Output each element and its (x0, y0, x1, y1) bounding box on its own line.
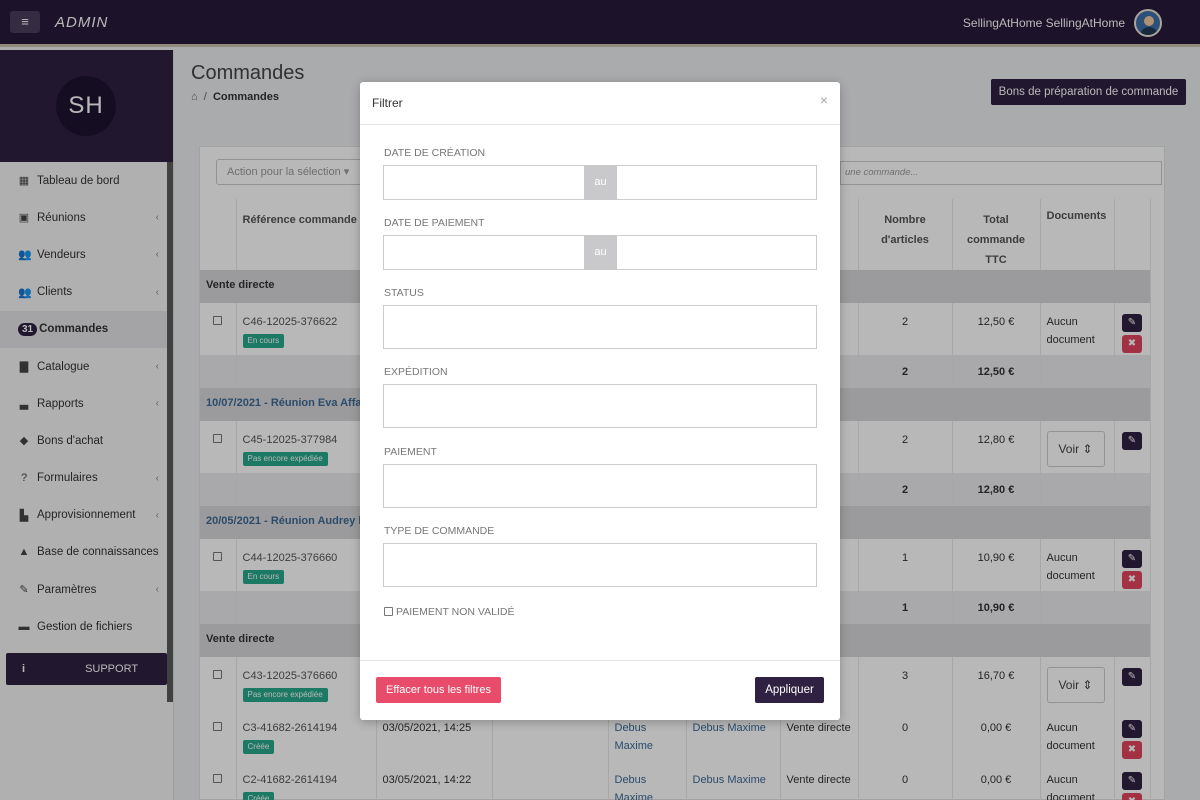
checkbox[interactable] (384, 607, 393, 616)
close-icon[interactable]: × (820, 92, 828, 108)
payment-label: PAIEMENT (384, 446, 437, 458)
range-separator: au (584, 235, 617, 270)
order-type-field[interactable] (383, 543, 817, 587)
payment-field[interactable] (383, 464, 817, 508)
clear-filters-button[interactable]: Effacer tous les filtres (376, 677, 501, 703)
modal-title: Filtrer (372, 96, 403, 110)
shipping-label: EXPÉDITION (384, 366, 448, 378)
status-field[interactable] (383, 305, 817, 349)
creation-date-label: DATE DE CRÉATION (384, 147, 486, 159)
payment-date-label: DATE DE PAIEMENT (384, 217, 485, 229)
order-type-label: TYPE DE COMMANDE (384, 525, 495, 537)
payment-date-range[interactable]: au (383, 235, 817, 270)
range-separator: au (584, 165, 617, 200)
shipping-field[interactable] (383, 384, 817, 428)
creation-date-range[interactable]: au (383, 165, 817, 200)
unpaid-checkbox[interactable]: PAIEMENT NON VALIDÉ (384, 606, 514, 618)
unpaid-label: PAIEMENT NON VALIDÉ (396, 606, 515, 618)
apply-button[interactable]: Appliquer (755, 677, 824, 703)
status-label: STATUS (384, 287, 424, 299)
filter-modal: Filtrer × DATE DE CRÉATION au DATE DE PA… (360, 82, 840, 720)
